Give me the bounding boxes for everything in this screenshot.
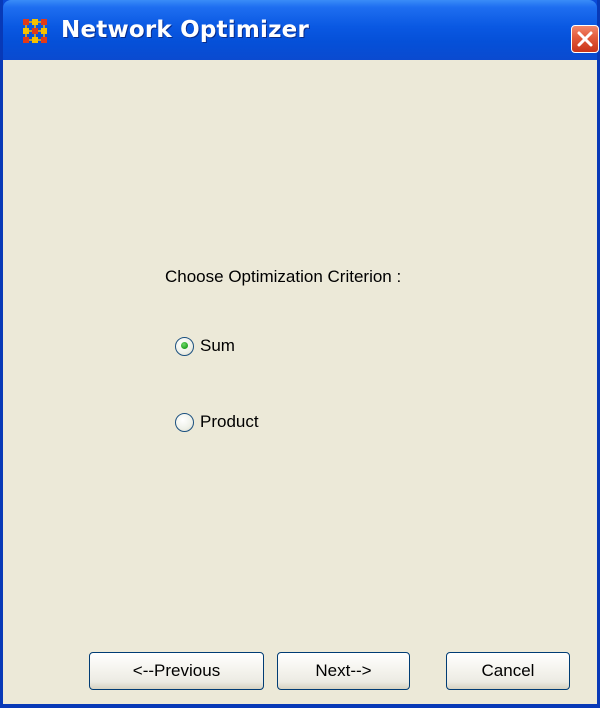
previous-button[interactable]: <--Previous [89, 652, 264, 690]
product-label: Product [200, 412, 259, 431]
product-radio-option[interactable]: Product [175, 410, 259, 434]
title-bar[interactable]: Network Optimizer [3, 0, 599, 60]
close-icon [577, 31, 593, 47]
dialog-content: Choose Optimization Criterion : Sum Prod… [3, 60, 597, 704]
radio-selected-dot [180, 342, 188, 349]
close-button[interactable] [571, 25, 599, 53]
cancel-button[interactable]: Cancel [446, 652, 570, 690]
network-optimizer-dialog: Network Optimizer Choose Optimization Cr… [0, 0, 600, 708]
next-button[interactable]: Next--> [277, 652, 410, 690]
criterion-prompt: Choose Optimization Criterion : [165, 267, 402, 286]
sum-radio-option[interactable]: Sum [175, 334, 235, 358]
window-title: Network Optimizer [61, 17, 310, 43]
sum-radio-button[interactable] [175, 336, 194, 356]
sum-label: Sum [200, 336, 235, 355]
network-grid-icon [23, 19, 47, 43]
product-radio-button[interactable] [175, 412, 194, 432]
